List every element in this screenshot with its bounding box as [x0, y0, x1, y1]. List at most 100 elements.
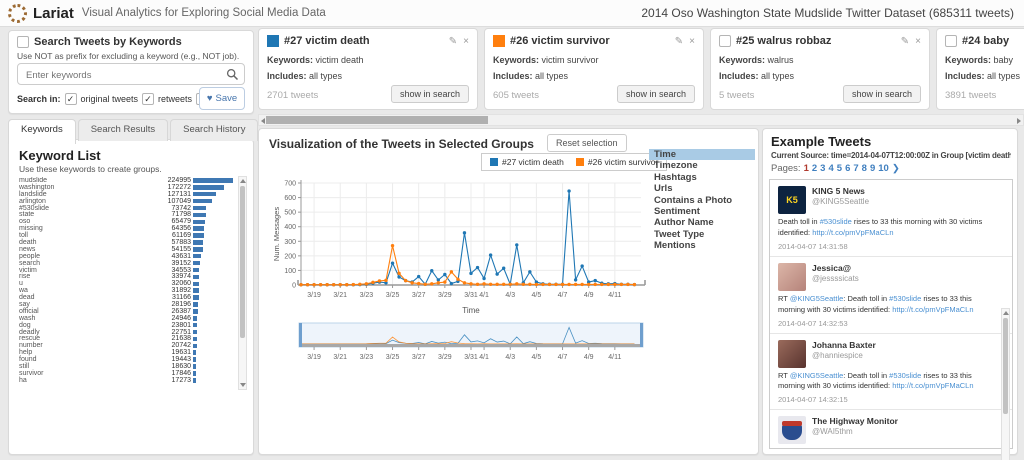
group-select-checkbox[interactable]	[945, 35, 957, 47]
keyword-row[interactable]: #530slide 73742	[19, 205, 235, 212]
horizontal-scrollbar[interactable]	[258, 114, 1024, 126]
keyword-row[interactable]: dead 31166	[19, 294, 235, 301]
attribute-item-hashtags[interactable]: Hashtags	[649, 172, 755, 183]
page-8[interactable]: 8	[862, 163, 867, 174]
tweet-link[interactable]: @KING5Seattle	[790, 447, 843, 448]
keyword-row[interactable]: landslide 127131	[19, 191, 235, 198]
scroll-down-icon[interactable]	[240, 383, 246, 387]
search-panel-checkbox[interactable]	[17, 36, 29, 48]
keyword-row[interactable]: state 71798	[19, 211, 235, 218]
page-6[interactable]: 6	[845, 163, 850, 174]
scroll-up-icon[interactable]	[1003, 311, 1009, 315]
keyword-row[interactable]: death 57883	[19, 239, 235, 246]
attribute-item-author-name[interactable]: Author Name	[649, 217, 755, 228]
scroll-right-icon[interactable]	[1017, 118, 1021, 124]
keyword-row[interactable]: still 18630	[19, 363, 235, 370]
search-icon[interactable]	[226, 68, 239, 81]
attribute-item-contains-a-photo[interactable]: Contains a Photo	[649, 195, 755, 206]
group-select-checkbox[interactable]	[719, 35, 731, 47]
keyword-list-scrollbar[interactable]	[238, 176, 247, 390]
keyword-row[interactable]: ha 17273	[19, 377, 235, 384]
page-1[interactable]: 1	[804, 163, 809, 174]
keyword-row[interactable]: oso 65479	[19, 218, 235, 225]
keyword-row[interactable]: found 19443	[19, 356, 235, 363]
page-3[interactable]: 3	[820, 163, 825, 174]
scroll-up-icon[interactable]	[240, 179, 246, 183]
horizontal-scrollbar-thumb[interactable]	[266, 116, 488, 124]
keyword-row[interactable]: toll 61169	[19, 232, 235, 239]
edit-group-icon[interactable]: ✎	[675, 36, 683, 47]
keyword-row[interactable]: survivor 17846	[19, 370, 235, 377]
search-input[interactable]	[24, 64, 228, 86]
close-group-icon[interactable]: ×	[463, 36, 469, 47]
keyword-bar	[193, 178, 233, 183]
brush-handle-right[interactable]	[640, 323, 643, 347]
tweet-link[interactable]: #530slide	[889, 294, 921, 303]
keyword-row[interactable]: dog 23801	[19, 322, 235, 329]
tweet-list-scrollbar[interactable]	[1001, 308, 1010, 460]
tweet-scrollbar-thumb[interactable]	[1003, 318, 1008, 414]
page-2[interactable]: 2	[812, 163, 817, 174]
save-button[interactable]: ♥ Save	[199, 87, 245, 110]
group-select-checkbox[interactable]	[267, 35, 279, 47]
attribute-item-time[interactable]: Time	[649, 149, 755, 161]
tweet-link[interactable]: http://t.co/pmVpFMaCLn	[812, 228, 893, 237]
keyword-bar-box	[193, 364, 235, 369]
keyword-row[interactable]: rise 33974	[19, 273, 235, 280]
search-in-option-label: retweets	[158, 94, 193, 104]
keyword-row[interactable]: wa 31892	[19, 287, 235, 294]
keyword-row[interactable]: missing 64356	[19, 225, 235, 232]
attribute-item-sentiment[interactable]: Sentiment	[649, 206, 755, 217]
search-in-checkbox-0[interactable]: ✓	[64, 93, 77, 105]
close-group-icon[interactable]: ×	[689, 36, 695, 47]
keyword-row[interactable]: people 43631	[19, 253, 235, 260]
keyword-row[interactable]: mudslide 224995	[19, 177, 235, 184]
tweet-link[interactable]: http://t.co/pmVpFMaCLn	[892, 305, 973, 314]
tab-search-history[interactable]: Search History	[170, 119, 259, 141]
brush-handle-left[interactable]	[299, 323, 302, 347]
close-group-icon[interactable]: ×	[915, 36, 921, 47]
show-in-search-button[interactable]: show in search	[390, 85, 469, 103]
tweet-link[interactable]: #530slide	[889, 447, 921, 448]
edit-group-icon[interactable]: ✎	[901, 36, 909, 47]
attribute-item-timezone[interactable]: Timezone	[649, 160, 755, 171]
keyword-row[interactable]: say 28196	[19, 301, 235, 308]
tweet-link[interactable]: @KING5Seattle	[790, 371, 843, 380]
reset-selection-button[interactable]: Reset selection	[547, 134, 627, 152]
keyword-row[interactable]: official 26387	[19, 308, 235, 315]
page-7[interactable]: 7	[853, 163, 858, 174]
attribute-item-mentions[interactable]: Mentions	[649, 240, 755, 251]
tweet-link[interactable]: #530slide	[820, 217, 852, 226]
page-10[interactable]: 10	[878, 163, 889, 174]
page-9[interactable]: 9	[870, 163, 875, 174]
tweet-link[interactable]: #530slide	[889, 371, 921, 380]
keyword-row[interactable]: wash 24946	[19, 315, 235, 322]
keyword-row[interactable]: washington 172272	[19, 184, 235, 191]
next-page-icon[interactable]: ❯	[892, 163, 900, 174]
keyword-row[interactable]: arlington 107049	[19, 198, 235, 205]
show-in-search-button[interactable]: show in search	[842, 85, 921, 103]
search-in-checkbox-1[interactable]: ✓	[142, 93, 155, 105]
page-4[interactable]: 4	[828, 163, 833, 174]
keyword-row[interactable]: help 19631	[19, 349, 235, 356]
attribute-item-tweet-type[interactable]: Tweet Type	[649, 229, 755, 240]
edit-group-icon[interactable]: ✎	[449, 36, 457, 47]
scroll-left-icon[interactable]	[261, 118, 265, 124]
tab-keywords[interactable]: Keywords	[8, 119, 76, 144]
keyword-row[interactable]: rescue 21638	[19, 335, 235, 342]
tab-search-results[interactable]: Search Results	[77, 119, 169, 141]
page-5[interactable]: 5	[837, 163, 842, 174]
tweet-link[interactable]: http://t.co/pmVpFMaCLn	[892, 381, 973, 390]
show-in-search-button[interactable]: show in search	[616, 85, 695, 103]
keyword-row[interactable]: search 39152	[19, 260, 235, 267]
keyword-scrollbar-thumb[interactable]	[240, 186, 245, 338]
keyword-row[interactable]: u 32060	[19, 280, 235, 287]
tweet-link[interactable]: @KING5Seattle	[790, 294, 843, 303]
keyword-row[interactable]: news 54155	[19, 246, 235, 253]
keyword-row[interactable]: number 20742	[19, 342, 235, 349]
keyword-row[interactable]: deadly 22751	[19, 329, 235, 336]
group-select-checkbox[interactable]	[493, 35, 505, 47]
keyword-row[interactable]: victim 34553	[19, 267, 235, 274]
group-card-3: #25 walrus robbaz ✎ × Keywords: walrus Inclu…	[710, 28, 930, 110]
attribute-item-urls[interactable]: Urls	[649, 183, 755, 194]
